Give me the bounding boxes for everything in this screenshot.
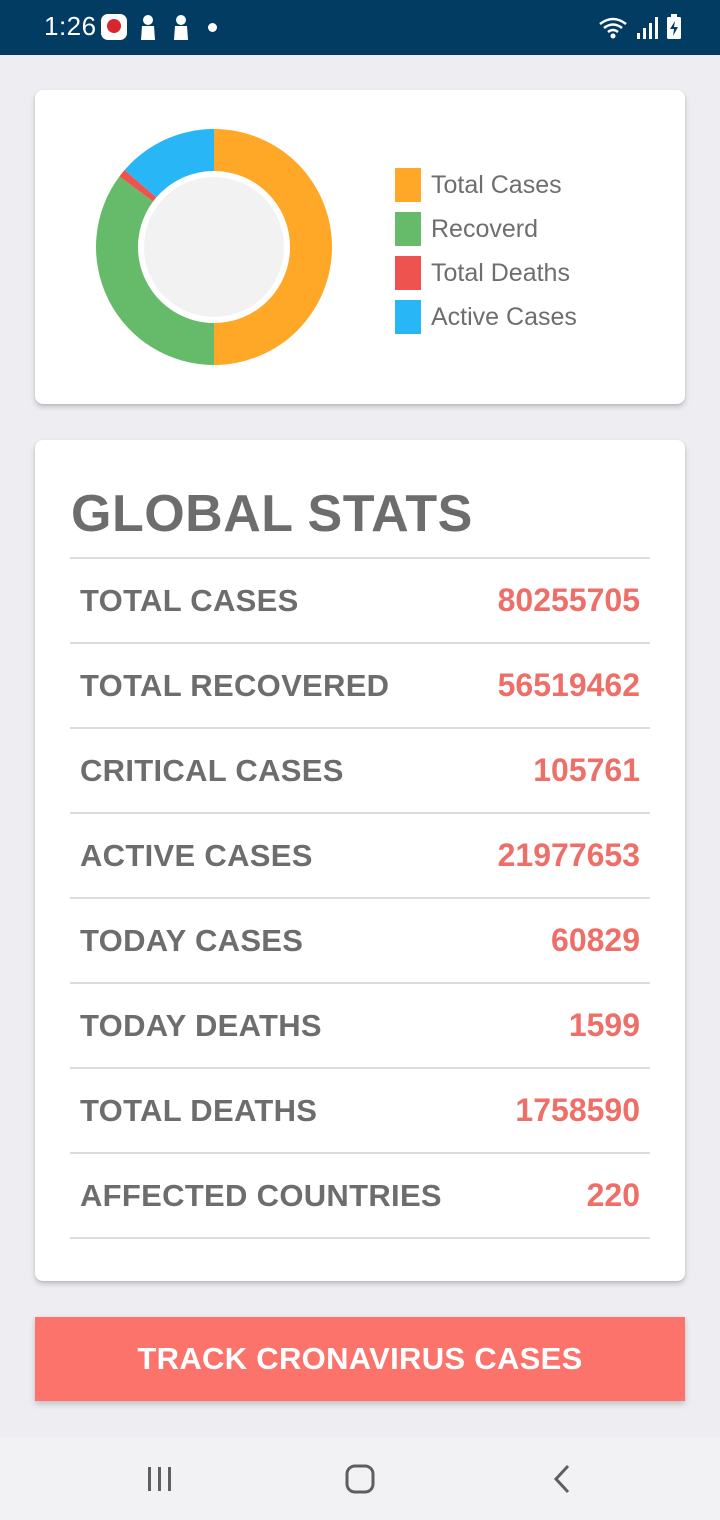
stat-value: 80255705 [497,582,640,618]
stat-value: 56519462 [497,667,640,703]
stat-row-active-cases: ACTIVE CASES 21977653 [70,814,650,899]
chart-card: Total Cases Recoverd Total Deaths Active… [35,90,685,404]
stat-label: TODAY CASES [80,922,304,958]
stat-value: 60829 [551,922,640,958]
legend-label: Total Cases [431,170,562,199]
legend-label: Total Deaths [431,258,570,287]
stat-label: AFFECTED COUNTRIES [80,1177,442,1213]
person-icon [174,15,188,40]
stats-list: TOTAL CASES 80255705 TOTAL RECOVERED 565… [70,557,650,1239]
wifi-icon [599,17,627,39]
legend-swatch [395,212,421,246]
stat-label: ACTIVE CASES [80,837,313,873]
recent-apps-button[interactable] [135,1457,185,1501]
status-right [598,14,682,40]
donut-hole [144,177,284,317]
stat-label: TODAY DEATHS [80,1007,322,1043]
home-icon [345,1464,375,1494]
back-button[interactable] [537,1457,587,1501]
stats-title: GLOBAL STATS [71,485,473,543]
donut-chart [96,129,332,365]
app-badge-icon [101,14,127,40]
battery-charging-icon [667,14,681,39]
navigation-bar [0,1437,720,1520]
stat-value: 1758590 [515,1092,640,1128]
stat-label: CRITICAL CASES [80,752,344,788]
track-cases-button[interactable]: TRACK CRONAVIRUS CASES [35,1317,685,1401]
back-icon [553,1464,570,1494]
stat-row-total-cases: TOTAL CASES 80255705 [70,559,650,644]
stat-row-total-recovered: TOTAL RECOVERED 56519462 [70,644,650,729]
legend-item-active-cases: Active Cases [395,295,577,339]
legend-item-total-deaths: Total Deaths [395,251,577,295]
stat-value: 220 [586,1177,640,1213]
recent-apps-icon [148,1467,171,1491]
legend-swatch [395,168,421,202]
chart-legend: Total Cases Recoverd Total Deaths Active… [395,163,577,339]
global-stats-card: GLOBAL STATS TOTAL CASES 80255705 TOTAL … [35,440,685,1281]
stat-row-today-deaths: TODAY DEATHS 1599 [70,984,650,1069]
stat-value: 21977653 [497,837,640,873]
legend-label: Active Cases [431,302,577,331]
signal-icon [637,17,658,39]
stat-row-affected-countries: AFFECTED COUNTRIES 220 [70,1154,650,1239]
stat-label: TOTAL DEATHS [80,1092,318,1128]
stat-label: TOTAL RECOVERED [80,667,390,703]
stat-value: 1599 [568,1007,640,1043]
stat-value: 105761 [533,752,640,788]
legend-item-total-cases: Total Cases [395,163,577,207]
dot-icon [208,23,217,32]
status-time: 1:26 [44,11,97,41]
stat-row-critical-cases: CRITICAL CASES 105761 [70,729,650,814]
legend-swatch [395,256,421,290]
legend-label: Recoverd [431,214,538,243]
legend-swatch [395,300,421,334]
person-icon [141,15,155,40]
stat-row-today-cases: TODAY CASES 60829 [70,899,650,984]
stat-label: TOTAL CASES [80,582,299,618]
legend-item-recovered: Recoverd [395,207,577,251]
home-button[interactable] [335,1457,385,1501]
status-bar: 1:26 [0,0,720,55]
stat-row-total-deaths: TOTAL DEATHS 1758590 [70,1069,650,1154]
